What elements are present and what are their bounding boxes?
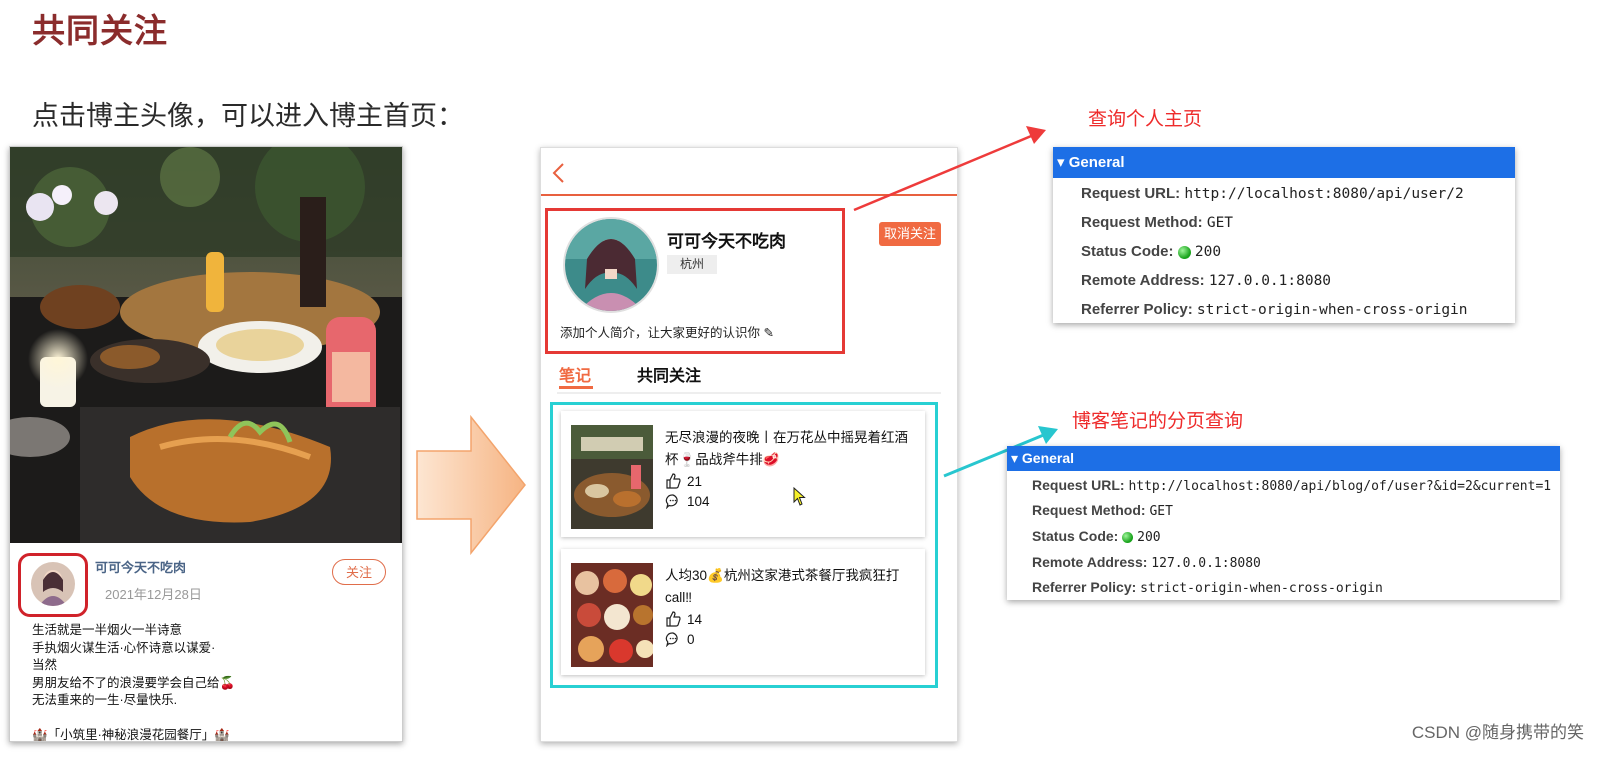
- status-ok-icon: [1122, 531, 1134, 543]
- blog-caption: 生活就是一半烟火一半诗意 手执烟火谋生活·心怀诗意以谋爱· 当然 男朋友给不了的…: [32, 622, 392, 742]
- status-code-value: 200: [1137, 530, 1161, 545]
- status-ok-icon: [1177, 245, 1191, 259]
- blog-detail-screen: 可可今天不吃肉 2021年12月28日 关注 生活就是一半烟火一半诗意 手执烟火…: [9, 146, 403, 742]
- request-url-key: Request URL:: [1081, 185, 1181, 202]
- profile-avatar[interactable]: [563, 217, 659, 313]
- mouse-cursor-icon: [793, 487, 806, 506]
- note-thumbnail[interactable]: [571, 425, 653, 529]
- post-date: 2021年12月28日: [105, 587, 202, 602]
- status-code-row: Status Code: 200: [1032, 528, 1161, 545]
- referrer-policy-row: Referrer Policy: strict-origin-when-cros…: [1032, 579, 1383, 596]
- request-method-key: Request Method:: [1032, 502, 1146, 518]
- note-comments[interactable]: 0: [665, 631, 695, 647]
- note-like-count: 21: [687, 473, 703, 489]
- notes-highlight-box: 无尽浪漫的夜晚丨在万花丛中摇晃着红酒杯🍷品战斧牛排🥩 21 104 人均30💰杭…: [550, 402, 938, 688]
- request-url-row: Request URL: http://localhost:8080/api/b…: [1032, 477, 1551, 494]
- general-section-toggle[interactable]: ▾ General: [1007, 446, 1560, 471]
- comment-icon[interactable]: [665, 631, 681, 647]
- blog-food-photo: [10, 147, 402, 543]
- request-url-value[interactable]: http://localhost:8080/api/user/2: [1184, 186, 1463, 202]
- tab-divider: [557, 392, 941, 394]
- note-title[interactable]: 人均30💰杭州这家港式茶餐厅我疯狂打call‼: [665, 565, 921, 609]
- status-code-value: 200: [1194, 244, 1222, 260]
- thumbs-up-icon[interactable]: [665, 611, 681, 627]
- request-url-value[interactable]: http://localhost:8080/api/blog/of/user?&…: [1128, 479, 1551, 494]
- follow-button[interactable]: 关注: [332, 559, 386, 585]
- referrer-policy-key: Referrer Policy:: [1081, 301, 1193, 318]
- devtools-general-user: ▾ General Request URL: http://localhost:…: [1053, 147, 1515, 323]
- thumbs-up-icon[interactable]: [665, 473, 681, 489]
- devtools-general-blog: ▾ General Request URL: http://localhost:…: [1007, 446, 1560, 600]
- author-name[interactable]: 可可今天不吃肉: [95, 557, 186, 576]
- annotation-query-user: 查询个人主页: [1088, 109, 1203, 130]
- blogger-homepage-screen: 可可今天不吃肉 杭州 添加个人简介，让大家更好的认识你 ✎ 取消关注 笔记 共同…: [540, 147, 958, 742]
- unfollow-button[interactable]: 取消关注: [879, 222, 941, 246]
- back-arrow-icon[interactable]: [547, 158, 571, 188]
- note-comment-count: 104: [687, 493, 710, 509]
- note-like-count: 14: [687, 611, 703, 627]
- referrer-policy-key: Referrer Policy:: [1032, 579, 1137, 595]
- note-card[interactable]: 人均30💰杭州这家港式茶餐厅我疯狂打call‼ 14 0: [561, 549, 925, 675]
- slide-title: 共同关注: [32, 12, 168, 49]
- note-title[interactable]: 无尽浪漫的夜晚丨在万花丛中摇晃着红酒杯🍷品战斧牛排🥩: [665, 427, 921, 471]
- profile-intro[interactable]: 添加个人简介，让大家更好的认识你 ✎: [560, 322, 774, 341]
- request-method-value: GET: [1206, 215, 1234, 231]
- note-likes[interactable]: 14: [665, 611, 702, 627]
- profile-city-tag: 杭州: [667, 255, 717, 274]
- caption-line: 🏰「小筑里·神秘浪漫花园餐厅」🏰: [32, 727, 230, 742]
- referrer-policy-value: strict-origin-when-cross-origin: [1196, 302, 1468, 318]
- remote-address-row: Remote Address: 127.0.0.1:8080: [1081, 272, 1331, 289]
- author-avatar-highlight[interactable]: [18, 553, 88, 617]
- request-method-row: Request Method: GET: [1032, 502, 1173, 519]
- caption-line: 男朋友给不了的浪漫要学会自己给🍒: [32, 675, 236, 690]
- tab-common-follow[interactable]: 共同关注: [637, 362, 701, 386]
- red-connector-arrow: [853, 126, 1046, 212]
- remote-address-value: 127.0.0.1:8080: [1208, 273, 1332, 289]
- remote-address-key: Remote Address:: [1081, 272, 1205, 289]
- comment-icon[interactable]: [665, 493, 681, 509]
- referrer-policy-value: strict-origin-when-cross-origin: [1140, 581, 1383, 596]
- slide-subtitle: 点击博主头像，可以进入博主首页：: [32, 101, 464, 131]
- caption-line: 当然: [32, 658, 58, 672]
- note-comments[interactable]: 104: [665, 493, 710, 509]
- remote-address-value: 127.0.0.1:8080: [1151, 556, 1261, 571]
- request-method-key: Request Method:: [1081, 214, 1203, 231]
- caption-line: 生活就是一半烟火一半诗意: [32, 623, 183, 637]
- caption-line: 无法重来的一生·尽量快乐.: [32, 693, 178, 707]
- request-url-key: Request URL:: [1032, 477, 1125, 493]
- csdn-watermark: CSDN @随身携带的笑: [1411, 723, 1584, 742]
- note-thumbnail[interactable]: [571, 563, 653, 667]
- status-code-key: Status Code:: [1032, 528, 1119, 544]
- status-code-row: Status Code: 200: [1081, 243, 1221, 260]
- request-method-value: GET: [1149, 504, 1173, 519]
- referrer-policy-row: Referrer Policy: strict-origin-when-cros…: [1081, 301, 1468, 318]
- general-section-toggle[interactable]: ▾ General: [1053, 147, 1515, 178]
- note-likes[interactable]: 21: [665, 473, 702, 489]
- author-avatar[interactable]: [31, 562, 75, 606]
- remote-address-key: Remote Address:: [1032, 554, 1148, 570]
- request-url-row: Request URL: http://localhost:8080/api/u…: [1081, 185, 1464, 202]
- status-code-key: Status Code:: [1081, 243, 1174, 260]
- blog-author-row: 可可今天不吃肉 2021年12月28日 关注: [10, 543, 402, 623]
- active-tab-indicator: [559, 386, 593, 389]
- caption-line: 手执烟火谋生活·心怀诗意以谋爱·: [32, 640, 216, 655]
- note-card[interactable]: 无尽浪漫的夜晚丨在万花丛中摇晃着红酒杯🍷品战斧牛排🥩 21 104: [561, 411, 925, 537]
- remote-address-row: Remote Address: 127.0.0.1:8080: [1032, 554, 1261, 571]
- transition-arrow-icon: [416, 415, 526, 555]
- tab-notes[interactable]: 笔记: [559, 362, 591, 386]
- request-method-row: Request Method: GET: [1081, 214, 1233, 231]
- profile-highlight-box: 可可今天不吃肉 杭州 添加个人简介，让大家更好的认识你 ✎: [545, 208, 845, 354]
- note-comment-count: 0: [687, 631, 695, 647]
- annotation-query-blogs: 博客笔记的分页查询: [1072, 411, 1244, 432]
- profile-name: 可可今天不吃肉: [667, 232, 786, 251]
